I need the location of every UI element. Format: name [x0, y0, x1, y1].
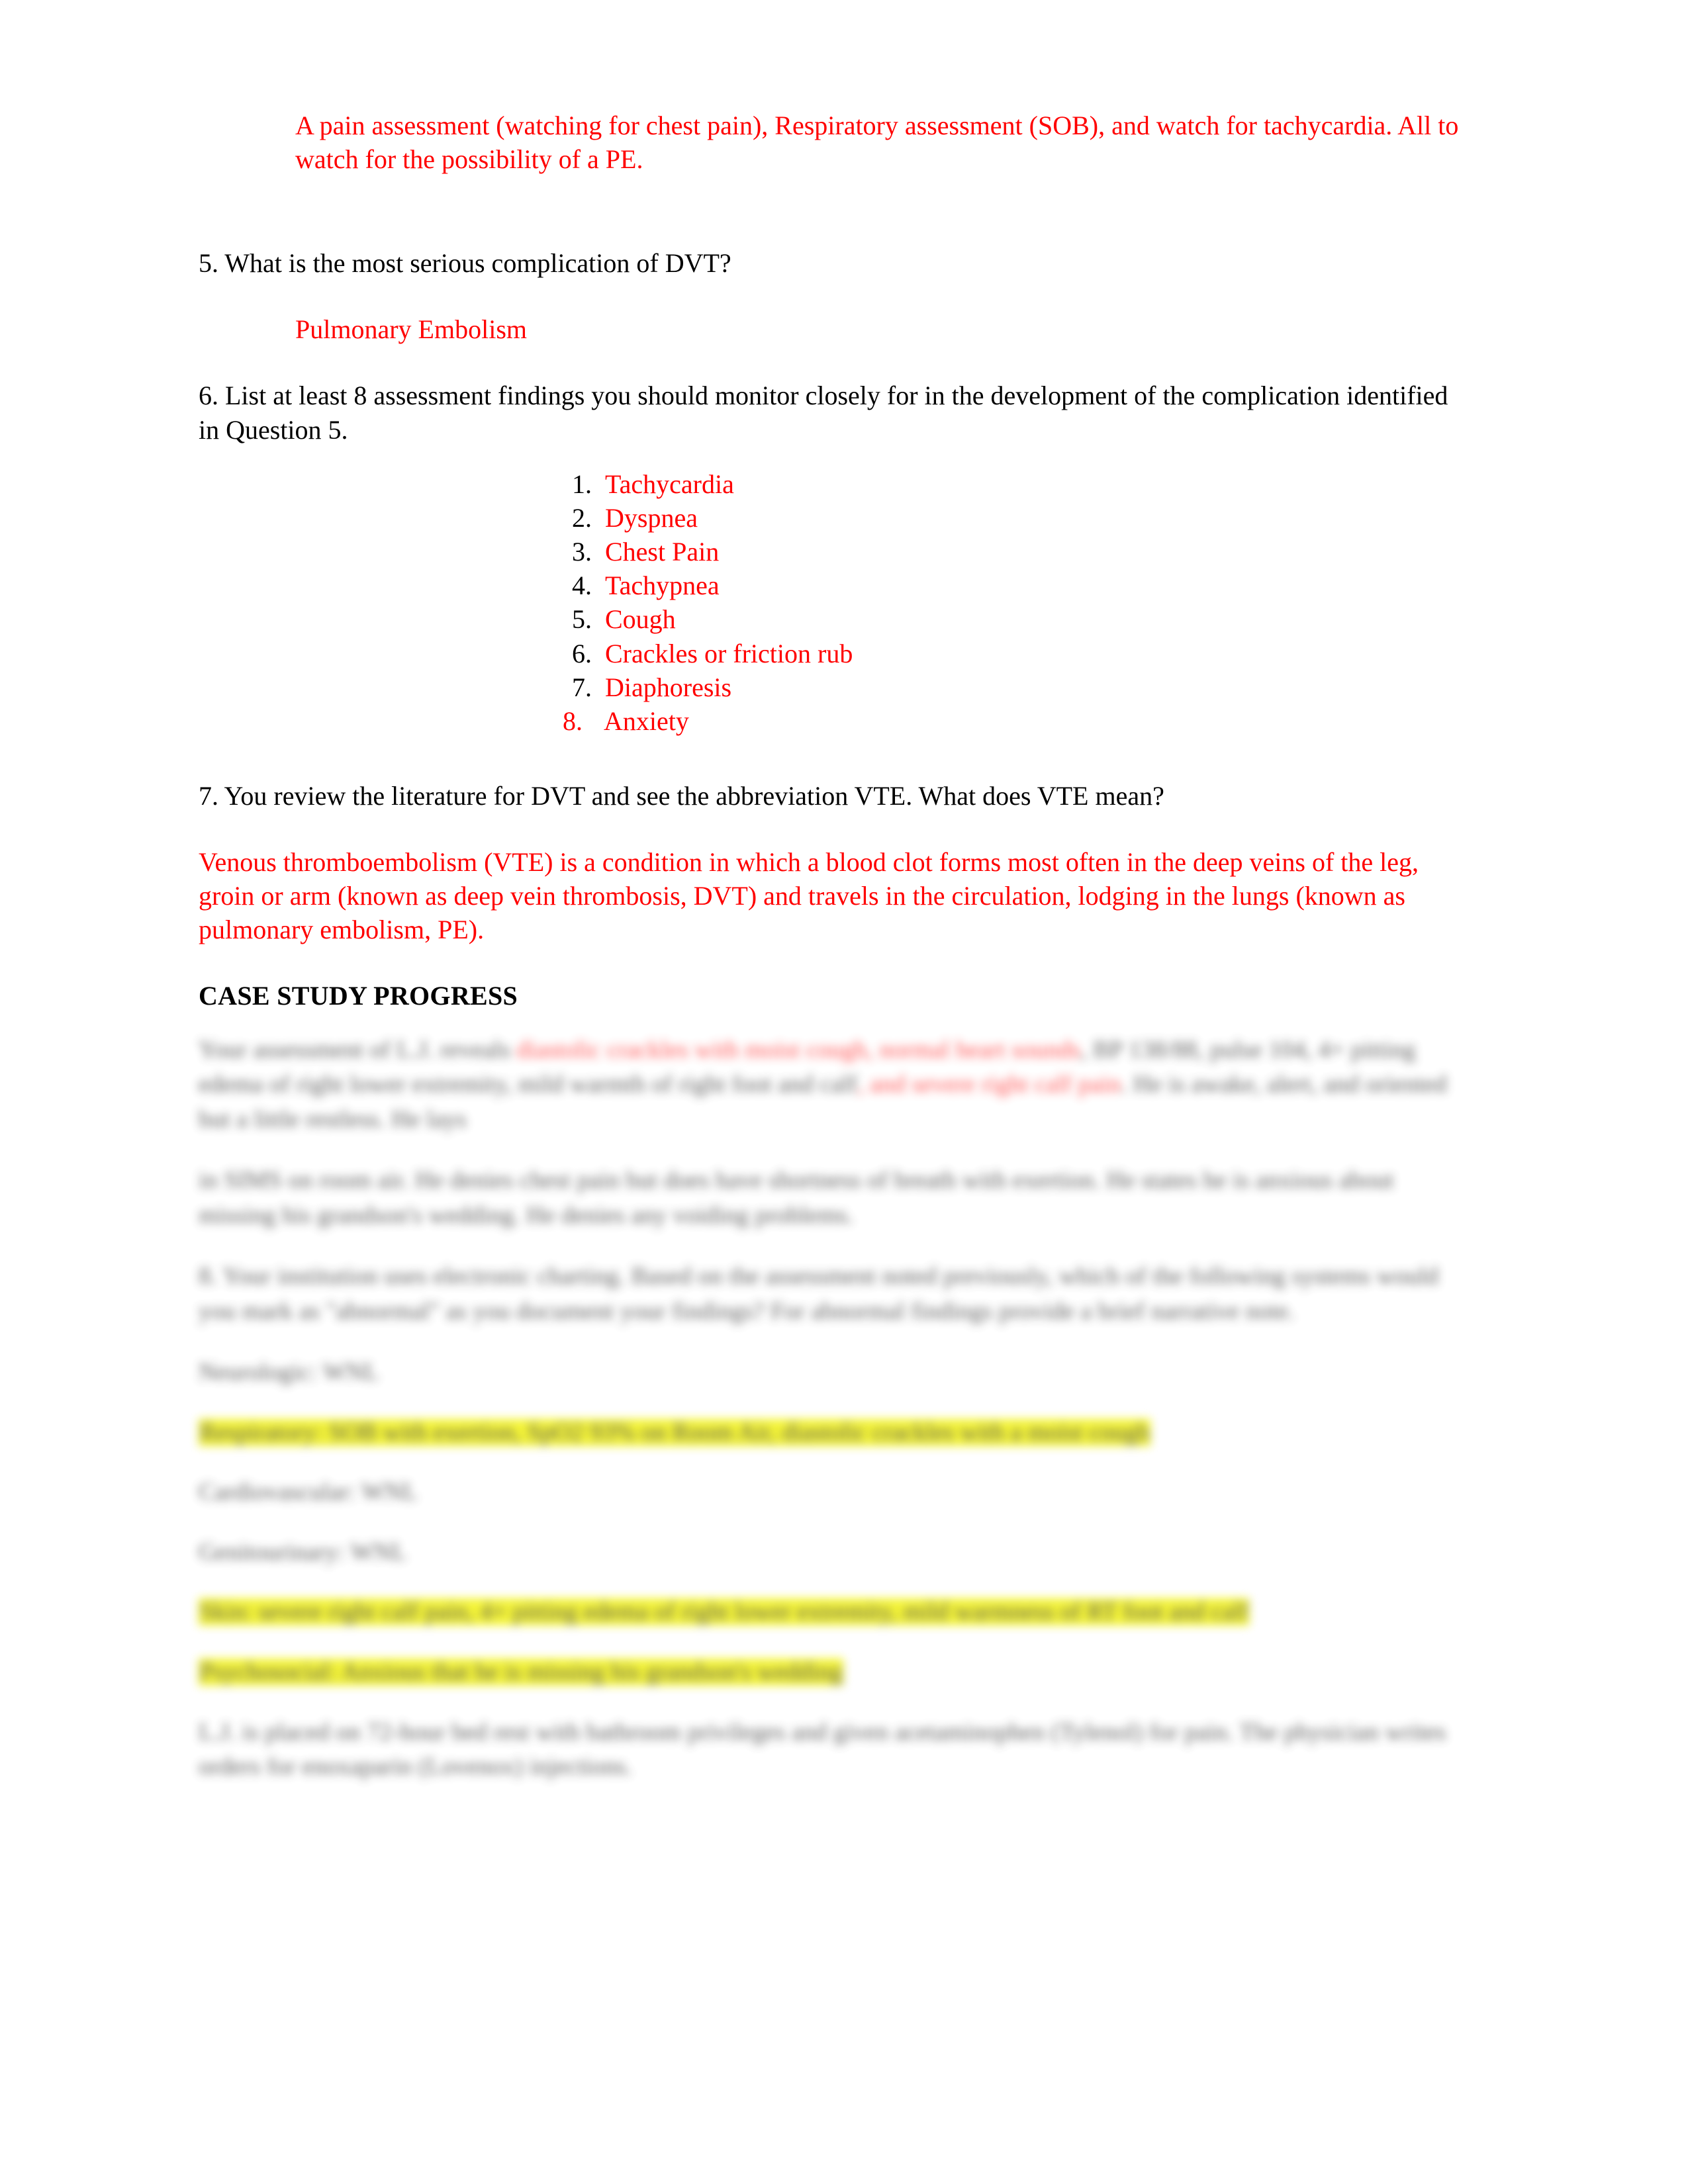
progress-paragraph-4: L.J. is placed on 72-hour bed rest with … [199, 1718, 1446, 1781]
page-content: A pain assessment (watching for chest pa… [199, 0, 1470, 1811]
progress-item-2: Respiratory: SOB with exertion, SpO2 93%… [199, 1416, 1470, 1451]
list-item-number: 7. [572, 672, 592, 702]
question-6-text: 6. List at least 8 assessment findings y… [199, 380, 1448, 445]
list-item: 1. Tachycardia [543, 467, 1470, 501]
list-item-label: Diaphoresis [605, 672, 732, 702]
spacer-q5 [199, 281, 1470, 312]
list-item-label: Tachycardia [605, 469, 734, 499]
spacer-after-heading [199, 1013, 1470, 1033]
list-item: 5. Cough [543, 602, 1470, 636]
blurred-text-segment: Your assessment of L.J. reveals [199, 1036, 511, 1064]
spacer-q7 [199, 813, 1470, 845]
spacer-q6 [199, 447, 1470, 467]
case-study-progress-heading: CASE STUDY PROGRESS [199, 980, 518, 1011]
progress-item-4: Genitourinary: WNL [199, 1535, 1470, 1570]
document-page: A pain assessment (watching for chest pa… [0, 0, 1688, 2184]
blurred-item-label-highlighted: Psychosocial: Anxious that he is missing… [199, 1659, 843, 1686]
list-item: 3. Chest Pain [543, 535, 1470, 569]
list-item-number: 5. [572, 604, 592, 635]
list-item-number: 8. [563, 705, 583, 736]
blurred-item-label: Genitourinary: WNL [199, 1538, 407, 1566]
progress-item-3: Cardiovascular: WNL [199, 1475, 1470, 1510]
list-item-number: 1. [572, 469, 592, 499]
answer-question-5: Pulmonary Embolism [295, 314, 527, 345]
list-item: 4. Tachypnea [543, 569, 1470, 602]
spacer-after-q5-answer [199, 347, 1470, 379]
blurred-item-label: Cardiovascular: WNL [199, 1479, 418, 1506]
progress-item-1: Neurologic: WNL [199, 1355, 1470, 1390]
assessment-findings-list: 1. Tachycardia 2. Dyspnea 3. Chest Pain 4. T… [199, 467, 1470, 739]
list-item-number: 3. [572, 536, 592, 567]
question-5-text: 5. What is the most serious complication… [199, 248, 731, 279]
blurred-item-label-highlighted: Respiratory: SOB with exertion, SpO2 93%… [199, 1418, 1150, 1446]
spacer-after-q4-answer [199, 176, 1470, 226]
list-item: 2. Dyspnea [543, 501, 1470, 535]
list-item: 6. Crackles or friction rub [543, 637, 1470, 670]
spacer-before-case-study [199, 947, 1470, 979]
list-item-label: Crackles or friction rub [605, 638, 853, 668]
list-item-number: 2. [572, 502, 592, 533]
spacer-after-findings [199, 738, 1470, 779]
answer-question-4: A pain assessment (watching for chest pa… [295, 111, 1459, 175]
list-item: 8. Anxiety [534, 704, 1470, 738]
list-item-label: Cough [605, 604, 676, 635]
blurred-text-segment-red: , and severe right calf pain [857, 1071, 1121, 1099]
progress-item-6: Psychosocial: Anxious that he is missing… [199, 1655, 1470, 1690]
answer-question-7: Venous thromboembolism (VTE) is a condit… [199, 847, 1419, 945]
blurred-text-segment-red: diastolic crackles with moist cough, nor… [516, 1036, 1081, 1064]
list-item-label: Anxiety [604, 705, 689, 736]
list-item-label: Chest Pain [605, 536, 720, 567]
progress-paragraph-1: Your assessment of L.J. reveals diastoli… [199, 1033, 1470, 1138]
list-item-label: Dyspnea [605, 502, 698, 533]
question-7-text: 7. You review the literature for DVT and… [199, 781, 1164, 811]
list-item-number: 4. [572, 570, 592, 601]
list-item-number: 6. [572, 638, 592, 668]
case-study-progress-blurred-body: Your assessment of L.J. reveals diastoli… [199, 1033, 1470, 1785]
progress-paragraph-3: 8. Your institution uses electronic char… [199, 1263, 1439, 1325]
blurred-item-label-highlighted: Skin: severe right calf pain, 4+ pitting… [199, 1598, 1250, 1626]
list-item: 7. Diaphoresis [543, 670, 1470, 704]
blurred-item-label: Neurologic: WNL [199, 1359, 379, 1387]
progress-item-5: Skin: severe right calf pain, 4+ pitting… [199, 1595, 1470, 1630]
list-item-label: Tachypnea [605, 570, 720, 601]
top-margin-spacer [199, 0, 1470, 50]
progress-paragraph-2: in SIMS on room air. He denies chest pai… [199, 1167, 1394, 1229]
